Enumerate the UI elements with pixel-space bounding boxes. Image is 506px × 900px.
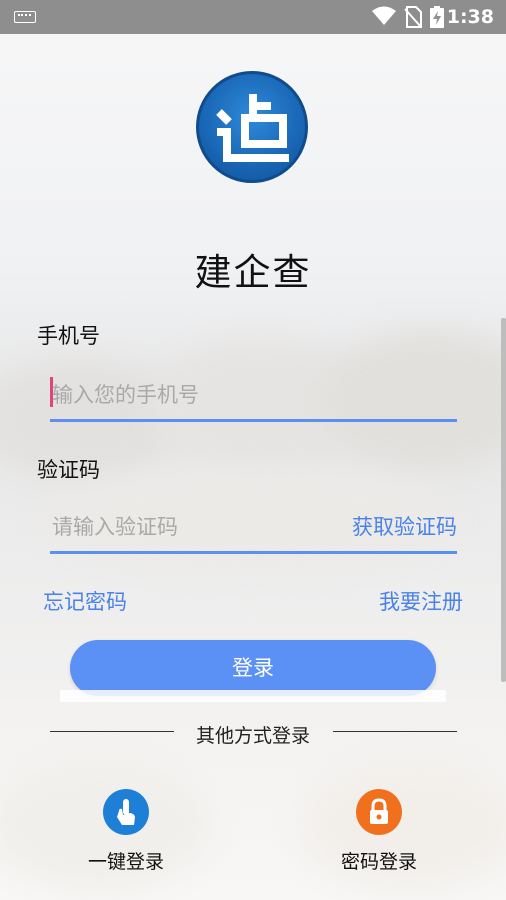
wifi-icon bbox=[372, 6, 396, 25]
status-bar: 1:38 bbox=[0, 0, 506, 34]
password-login-label: 密码登录 bbox=[340, 851, 417, 873]
scrollbar[interactable] bbox=[501, 318, 506, 682]
status-time: 1:38 bbox=[446, 6, 494, 28]
app-logo bbox=[196, 71, 308, 183]
no-sim-icon bbox=[404, 6, 422, 28]
forgot-password-link[interactable]: 忘记密码 bbox=[43, 586, 127, 616]
code-placeholder: 请输入验证码 bbox=[52, 515, 178, 539]
button-overlay bbox=[60, 690, 446, 702]
login-button[interactable]: 登录 bbox=[70, 640, 436, 696]
battery-charging-icon bbox=[430, 6, 444, 28]
phone-placeholder: 输入您的手机号 bbox=[52, 383, 199, 407]
get-code-button[interactable]: 获取验证码 bbox=[352, 511, 457, 541]
code-input[interactable]: 请输入验证码 获取验证码 bbox=[50, 501, 457, 554]
phone-input[interactable]: 输入您的手机号 bbox=[50, 369, 457, 422]
register-link[interactable]: 我要注册 bbox=[379, 586, 463, 616]
one-click-login-label: 一键登录 bbox=[87, 851, 164, 873]
one-click-login-option[interactable]: 一键登录 bbox=[66, 789, 186, 874]
logo-glyph-icon bbox=[216, 94, 289, 162]
phone-label: 手机号 bbox=[37, 324, 100, 348]
tap-hand-icon[interactable] bbox=[103, 789, 149, 835]
app-name: 建企查 bbox=[194, 251, 312, 294]
code-label: 验证码 bbox=[37, 458, 100, 482]
other-login-title: 其他方式登录 bbox=[195, 725, 310, 747]
keyboard-icon bbox=[14, 11, 36, 23]
lock-icon[interactable] bbox=[356, 789, 402, 835]
password-login-option[interactable]: 密码登录 bbox=[319, 789, 439, 874]
